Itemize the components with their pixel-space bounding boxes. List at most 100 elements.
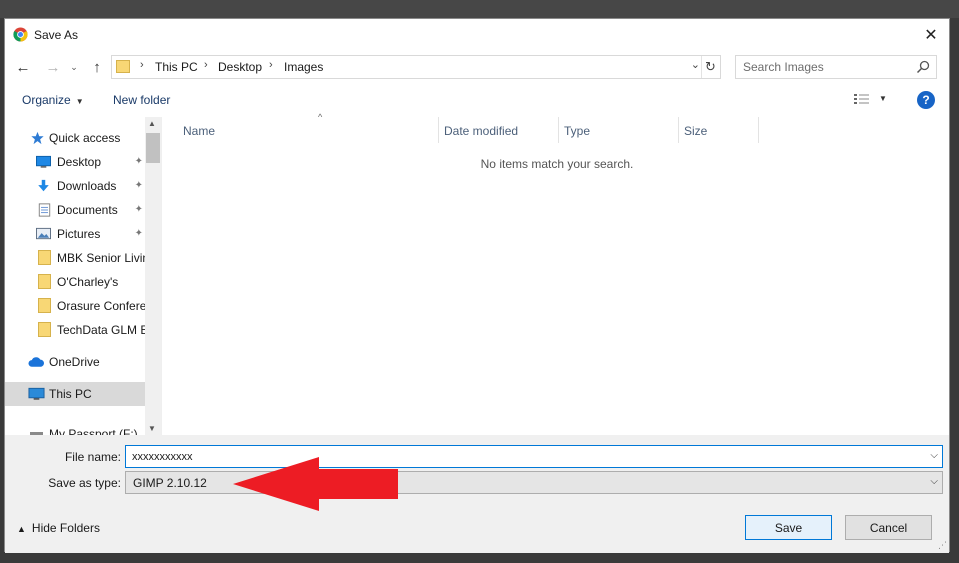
command-bar: Organize ▼ New folder ▼ ? xyxy=(5,85,949,115)
forward-button[interactable]: → xyxy=(43,57,63,77)
sidebar-item-mbk-senior-living[interactable]: MBK Senior Livin xyxy=(5,246,145,270)
sidebar-item-label: Documents xyxy=(57,203,118,217)
sidebar-item-label: TechData GLM E xyxy=(57,323,145,337)
column-header-size[interactable]: Size xyxy=(679,117,759,143)
download-icon xyxy=(38,179,49,192)
column-header-label: Date modified xyxy=(444,124,519,138)
computer-icon xyxy=(28,387,45,400)
recent-locations-button[interactable]: ⌄ xyxy=(67,57,81,77)
pin-icon: ✦ xyxy=(134,180,143,191)
chevron-down-icon[interactable]: ⌵ xyxy=(930,476,938,487)
breadcrumb-this-pc[interactable]: This PC xyxy=(155,60,198,74)
folder-icon xyxy=(38,274,51,289)
hide-folders-button[interactable]: ▲ Hide Folders xyxy=(17,521,100,535)
sidebar-item-documents[interactable]: Documents ✦ xyxy=(5,198,145,222)
sidebar-item-this-pc[interactable]: This PC xyxy=(5,382,145,406)
cancel-button[interactable]: Cancel xyxy=(845,515,932,540)
breadcrumb-separator: › xyxy=(269,59,273,71)
organize-button[interactable]: Organize ▼ xyxy=(22,93,84,107)
sidebar-item-label: Orasure Confere xyxy=(57,299,145,313)
folder-icon xyxy=(38,250,51,265)
chevron-up-icon: ▲ xyxy=(17,524,26,534)
sidebar-item-label: Desktop xyxy=(57,155,102,169)
save-as-dialog: Save As ✕ ← → ⌄ ↑ › This PC › Desktop › … xyxy=(4,18,951,553)
column-header-label: Size xyxy=(684,124,708,138)
pin-icon: ✦ xyxy=(134,156,143,167)
up-button[interactable]: ↑ xyxy=(87,57,107,77)
breadcrumb-images[interactable]: Images xyxy=(284,60,323,74)
window-title: Save As xyxy=(34,28,79,42)
scroll-down-icon[interactable]: ▼ xyxy=(148,424,156,433)
resize-grip-icon[interactable]: ⋰ xyxy=(938,540,947,551)
title-bar[interactable]: Save As ✕ xyxy=(5,19,949,51)
empty-message: No items match your search. xyxy=(480,157,634,171)
address-bar[interactable]: › This PC › Desktop › Images ⌄ ↻ xyxy=(111,55,721,79)
hide-folders-label: Hide Folders xyxy=(31,521,100,535)
sidebar-item-orasure-conference[interactable]: Orasure Confere xyxy=(5,294,145,318)
folder-icon xyxy=(116,60,130,73)
folder-icon xyxy=(38,322,51,337)
sidebar-item-quick-access[interactable]: Quick access xyxy=(5,126,145,150)
star-icon xyxy=(31,131,44,145)
organize-label: Organize xyxy=(22,93,71,107)
back-button[interactable]: ← xyxy=(13,57,33,77)
cloud-icon xyxy=(28,357,45,367)
breadcrumb-desktop[interactable]: Desktop xyxy=(218,60,262,74)
chrome-icon xyxy=(13,27,28,42)
sidebar-item-label: This PC xyxy=(49,387,92,401)
file-list[interactable]: Name ^ Date modified Type Size No items … xyxy=(161,112,951,435)
save-button[interactable]: Save xyxy=(745,515,832,540)
breadcrumb-separator: › xyxy=(204,59,208,71)
sidebar-item-label: Quick access xyxy=(49,131,121,145)
sidebar-item-techdata-glm[interactable]: TechData GLM E xyxy=(5,318,145,342)
folder-icon xyxy=(38,298,51,313)
search-icon xyxy=(916,60,930,74)
sidebar-item-ocharleys[interactable]: O'Charley's xyxy=(5,270,145,294)
red-arrow-annotation xyxy=(233,457,398,511)
file-name-label: File name: xyxy=(64,450,121,464)
view-options-icon[interactable] xyxy=(853,93,871,107)
pictures-icon xyxy=(36,227,51,240)
sidebar-item-label: Downloads xyxy=(57,179,117,193)
navigation-bar: ← → ⌄ ↑ › This PC › Desktop › Images ⌄ ↻ xyxy=(5,53,949,81)
pin-icon: ✦ xyxy=(134,228,143,239)
refresh-icon: ↻ xyxy=(705,59,716,74)
sidebar-item-desktop[interactable]: Desktop ✦ xyxy=(5,150,145,174)
backdrop xyxy=(0,0,959,18)
sidebar-item-label: Pictures xyxy=(57,227,101,241)
sidebar-item-label: O'Charley's xyxy=(57,275,119,289)
column-header-label: Name xyxy=(183,124,216,138)
column-header-date-modified[interactable]: Date modified xyxy=(439,117,559,143)
sort-ascending-icon: ^ xyxy=(318,112,323,122)
scroll-up-icon[interactable]: ▲ xyxy=(148,119,156,128)
pin-icon: ✦ xyxy=(134,204,143,215)
search-box[interactable] xyxy=(735,55,937,79)
sidebar-item-onedrive[interactable]: OneDrive xyxy=(5,350,145,374)
sidebar-item-my-passport[interactable]: My Passport (F:) xyxy=(5,422,145,435)
sidebar-item-label: OneDrive xyxy=(49,355,100,369)
up-arrow-icon: ↑ xyxy=(93,58,101,76)
column-header-type[interactable]: Type xyxy=(559,117,679,143)
view-dropdown-icon[interactable]: ▼ xyxy=(879,94,887,103)
sidebar-item-label: My Passport (F:) xyxy=(49,427,138,435)
sidebar-item-downloads[interactable]: Downloads ✦ xyxy=(5,174,145,198)
refresh-button[interactable]: ↻ xyxy=(701,56,719,78)
help-icon[interactable]: ? xyxy=(917,91,935,109)
search-input[interactable] xyxy=(737,57,907,77)
caret-down-icon: ▼ xyxy=(75,97,84,106)
navigation-pane: Quick access Desktop ✦ Downloads ✦ Docum… xyxy=(5,117,145,435)
breadcrumb-separator: › xyxy=(140,59,144,71)
column-header-name[interactable]: Name ^ xyxy=(178,112,439,143)
new-folder-button[interactable]: New folder xyxy=(113,93,170,107)
save-as-type-value: GIMP 2.10.12 xyxy=(133,476,207,490)
address-dropdown-icon[interactable]: ⌄ xyxy=(691,58,700,71)
sidebar-item-label: MBK Senior Livin xyxy=(57,251,145,265)
chevron-down-icon[interactable]: ⌵ xyxy=(930,450,938,461)
save-options-panel: File name: ⌵ Save as type: GIMP 2.10.12 … xyxy=(5,435,949,553)
sidebar-item-pictures[interactable]: Pictures ✦ xyxy=(5,222,145,246)
close-button[interactable]: ✕ xyxy=(913,19,949,51)
scrollbar-thumb[interactable] xyxy=(146,133,160,163)
chevron-down-icon: ⌄ xyxy=(70,61,78,72)
navigation-scrollbar[interactable]: ▲ ▼ xyxy=(145,117,161,435)
close-icon: ✕ xyxy=(924,27,938,44)
